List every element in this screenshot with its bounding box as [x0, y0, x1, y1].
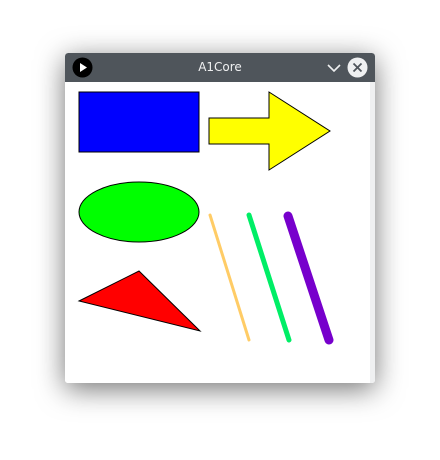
green-ellipse — [78, 181, 200, 243]
window-right-edge — [370, 82, 375, 383]
green-line — [246, 212, 292, 343]
chevron-down-icon[interactable] — [324, 58, 344, 78]
purple-line — [283, 211, 334, 345]
orange-line — [208, 213, 251, 342]
app-window: A1Core — [65, 53, 375, 383]
drawing-canvas[interactable] — [65, 82, 375, 383]
close-icon[interactable] — [347, 57, 368, 78]
title-bar[interactable]: A1Core — [65, 53, 375, 82]
red-triangle — [77, 270, 202, 332]
play-icon[interactable] — [72, 57, 93, 78]
blue-rectangle — [78, 91, 200, 153]
yellow-arrow — [208, 91, 331, 171]
